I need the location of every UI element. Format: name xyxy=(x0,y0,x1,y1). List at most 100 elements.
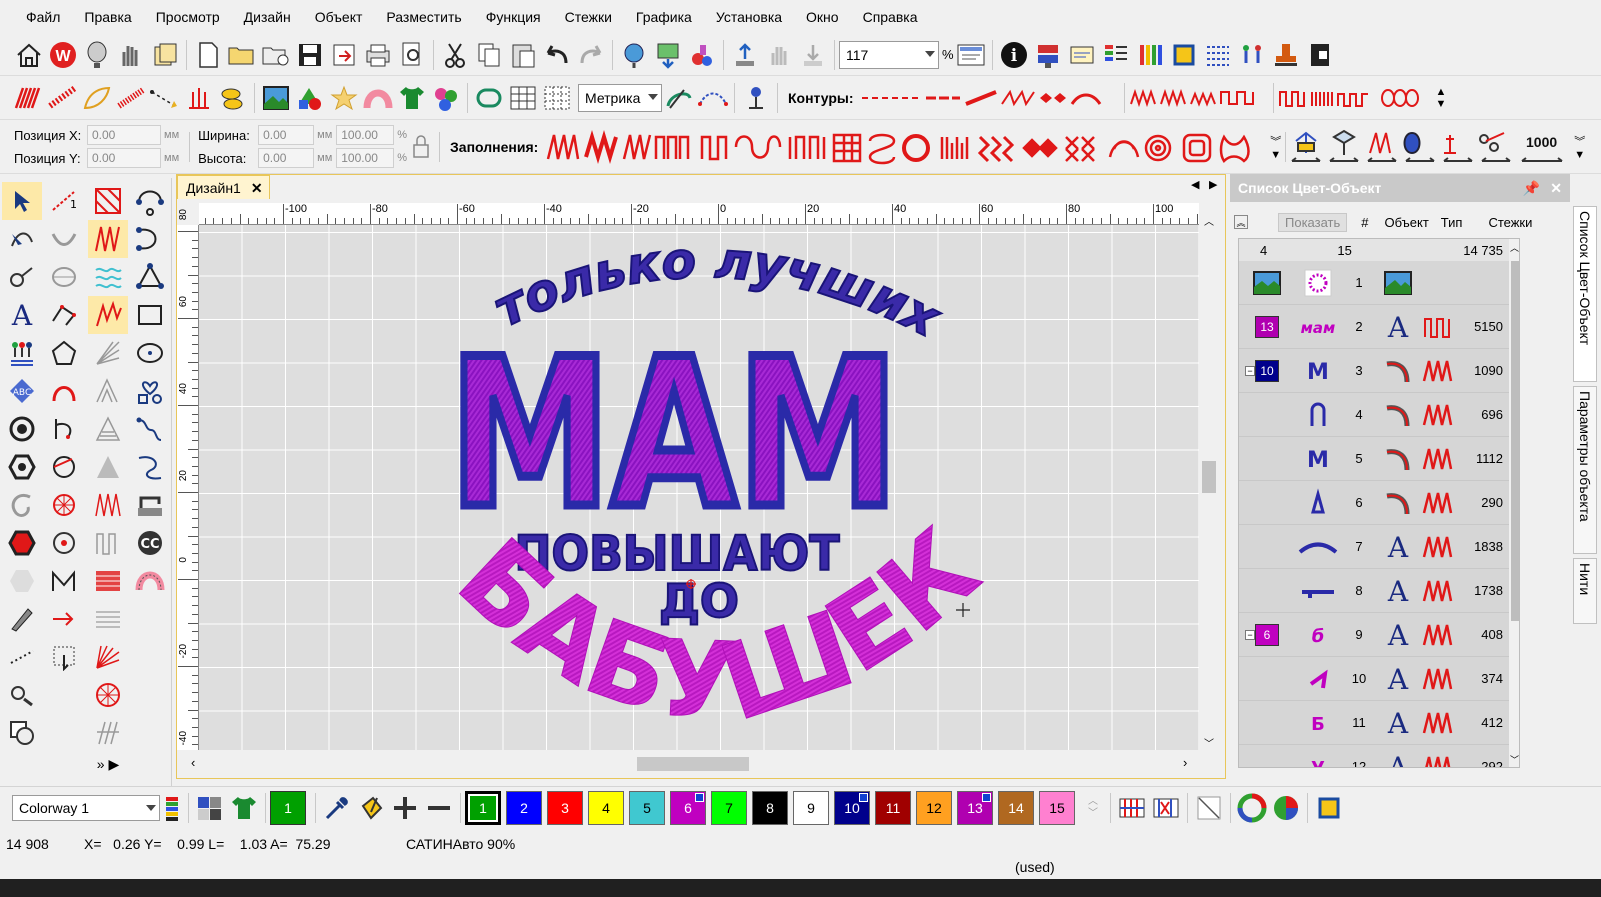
color-list-icon[interactable] xyxy=(1099,38,1133,72)
lines-fill-icon[interactable] xyxy=(88,600,128,638)
embroidery-design[interactable]: только лучших МАМ ПОВЫШАЮТ ДО БАБУШЕК xyxy=(199,225,1199,750)
cc-badge-icon[interactable]: CC xyxy=(130,524,170,562)
palette-color-15[interactable]: 15 xyxy=(1039,790,1075,825)
dotted-line-icon[interactable] xyxy=(2,638,42,676)
redo-icon[interactable] xyxy=(574,38,608,72)
color-wheel-icon[interactable] xyxy=(1235,791,1269,825)
satin-fill-icon[interactable] xyxy=(12,81,46,115)
files-icon[interactable] xyxy=(148,38,182,72)
list-scroll-thumb[interactable] xyxy=(1511,261,1519,621)
menu-item-5[interactable]: Разместить xyxy=(374,0,473,34)
paint-bucket-icon[interactable] xyxy=(354,791,388,825)
leaf-icon[interactable] xyxy=(80,81,114,115)
contour-styles-2-icon[interactable] xyxy=(1129,84,1269,112)
radial-red-icon[interactable] xyxy=(88,676,128,714)
open-folder-icon[interactable] xyxy=(225,38,259,72)
polyline-icon[interactable] xyxy=(44,296,84,334)
fills-overflow-icon[interactable]: ︾ ▼ xyxy=(1270,133,1281,161)
team-names-icon[interactable] xyxy=(2,334,42,372)
palette-color-12[interactable]: 12 xyxy=(916,790,952,825)
monogram-icon[interactable]: ABC xyxy=(2,372,42,410)
lettering-icon[interactable]: A xyxy=(2,296,42,334)
new-file-icon[interactable] xyxy=(191,38,225,72)
design-info-icon[interactable] xyxy=(954,38,988,72)
tree-pointer-icon[interactable] xyxy=(739,81,773,115)
hexagon-outline-icon[interactable] xyxy=(2,448,42,486)
fill-radial-icon[interactable] xyxy=(88,296,128,334)
hexagon-gray-icon[interactable] xyxy=(2,562,42,600)
info-icon[interactable]: i xyxy=(997,38,1031,72)
list-scroll-up-icon[interactable]: ︿ xyxy=(1510,241,1519,254)
home-icon[interactable] xyxy=(12,38,46,72)
colorway-select[interactable]: Colorway 1 xyxy=(12,794,160,821)
print-preview-icon[interactable] xyxy=(395,38,429,72)
palette-color-8[interactable]: 8 xyxy=(752,790,788,825)
table-row[interactable]: 10 A 374 xyxy=(1239,657,1509,701)
undo-icon[interactable] xyxy=(540,38,574,72)
people-icon[interactable] xyxy=(1235,38,1269,72)
color-swatch[interactable]: 10 xyxy=(1255,359,1279,382)
width-pct-field[interactable]: 100.00 xyxy=(336,125,395,145)
pos-x-field[interactable]: 0.00 xyxy=(87,125,161,145)
palette-color-9[interactable]: 9 xyxy=(793,790,829,825)
pyramid-lines-icon[interactable] xyxy=(88,410,128,448)
vertical-scrollbar[interactable]: ︿ ﹀ xyxy=(1199,203,1219,753)
applique-icon[interactable] xyxy=(361,81,395,115)
shuttle-lines-icon[interactable] xyxy=(88,714,128,752)
height-field[interactable]: 0.00 xyxy=(258,148,315,168)
remove-color-icon[interactable] xyxy=(422,791,456,825)
tab-color-object[interactable]: Список Цвет-Объект xyxy=(1573,206,1597,382)
ribbon-fill-icon[interactable] xyxy=(88,562,128,600)
cut-icon[interactable] xyxy=(438,38,472,72)
triangle-nodes-icon[interactable] xyxy=(130,258,170,296)
step-lines-icon[interactable] xyxy=(88,524,128,562)
color-bars-icon[interactable] xyxy=(1133,38,1167,72)
background-grid-icon[interactable] xyxy=(193,791,227,825)
design-canvas[interactable]: только лучших МАМ ПОВЫШАЮТ ДО БАБУШЕК xyxy=(199,225,1199,750)
thread-chart-icon[interactable] xyxy=(1115,791,1149,825)
applique-pink-icon[interactable] xyxy=(130,562,170,600)
width-field[interactable]: 0.00 xyxy=(258,125,315,145)
column-icon[interactable] xyxy=(114,81,148,115)
wave-line-icon[interactable] xyxy=(130,410,170,448)
stitch-player-icon[interactable] xyxy=(2,676,42,714)
palette-color-4[interactable]: 4 xyxy=(588,790,624,825)
design-text-mam[interactable]: МАМ xyxy=(445,312,904,559)
shapes-icon[interactable] xyxy=(293,81,327,115)
hexagon-red-icon[interactable] xyxy=(2,524,42,562)
export-icon[interactable] xyxy=(327,38,361,72)
toolbar-overflow-icon[interactable]: ▲ ▼ xyxy=(1436,86,1447,110)
palette-color-13[interactable]: 13 xyxy=(957,790,993,825)
select-points-icon[interactable] xyxy=(44,638,84,676)
horizontal-scroll-thumb[interactable] xyxy=(637,757,749,771)
contour-styles-icon[interactable] xyxy=(860,84,1120,112)
picture-icon[interactable] xyxy=(259,81,293,115)
fill-wavy-icon[interactable] xyxy=(88,258,128,296)
tab-object-params[interactable]: Параметры объекта xyxy=(1573,386,1597,554)
overlap-squares-icon[interactable] xyxy=(2,714,42,752)
panel-close-icon[interactable]: ✕ xyxy=(1550,174,1562,202)
palette-color-5[interactable]: 5 xyxy=(629,790,665,825)
menu-item-0[interactable]: Файл xyxy=(14,0,72,34)
circle-dots-icon[interactable] xyxy=(44,524,84,562)
menu-item-2[interactable]: Просмотр xyxy=(144,0,232,34)
list-scrollbar[interactable]: ︿ ﹀ xyxy=(1509,239,1519,767)
shirt-icon[interactable] xyxy=(395,81,429,115)
branch-red-icon[interactable] xyxy=(44,448,84,486)
palette-color-1[interactable]: 1 xyxy=(465,790,501,825)
menu-item-9[interactable]: Установка xyxy=(704,0,794,34)
fill-zigzag-icon[interactable] xyxy=(88,220,128,258)
star-burst-icon[interactable] xyxy=(44,486,84,524)
color-swatch[interactable]: 13 xyxy=(1255,315,1279,338)
rectangle-icon[interactable] xyxy=(130,296,170,334)
menu-item-7[interactable]: Стежки xyxy=(553,0,624,34)
list-scroll-down-icon[interactable]: ﹀ xyxy=(1510,753,1519,766)
zoom-select[interactable]: 117 xyxy=(839,40,939,69)
bezier-2-icon[interactable] xyxy=(130,220,170,258)
palette-color-11[interactable]: 11 xyxy=(875,790,911,825)
bezier-1-icon[interactable] xyxy=(130,182,170,220)
color-pie-icon[interactable] xyxy=(1269,791,1303,825)
menu-item-10[interactable]: Окно xyxy=(794,0,851,34)
palette-color-7[interactable]: 7 xyxy=(711,790,747,825)
tree-collapse-icon[interactable]: − xyxy=(1245,365,1255,376)
